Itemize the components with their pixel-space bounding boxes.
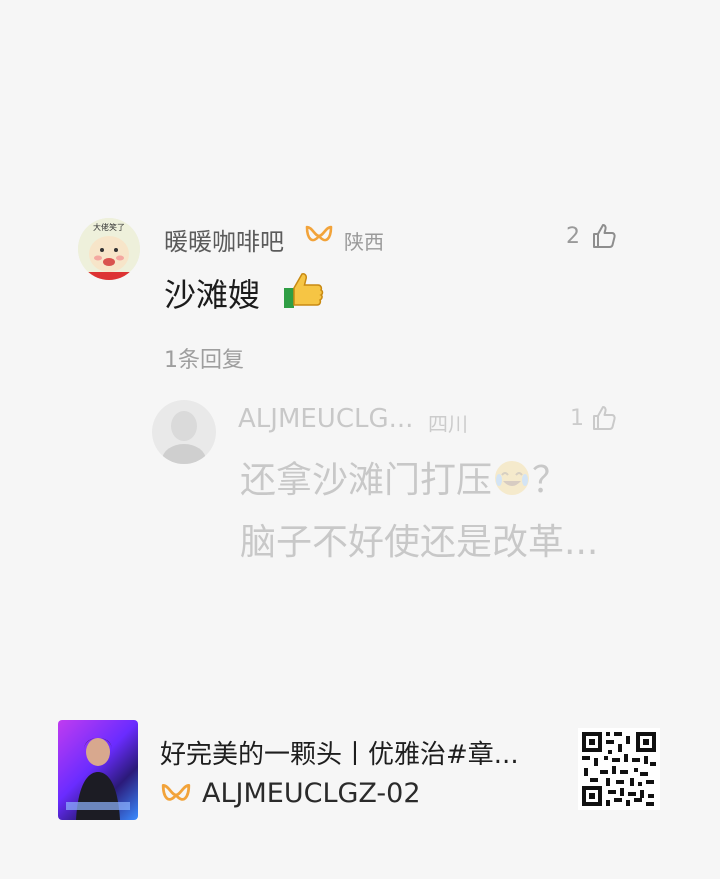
reply-avatar[interactable] [152, 400, 216, 464]
commenter-avatar[interactable]: 大佬笑了 [78, 218, 140, 280]
reply-text-question: ？ [532, 460, 569, 501]
comment-text: 沙滩嫂 [164, 276, 261, 314]
commenter-location: 陕西 [344, 230, 384, 254]
reply-text-line1: 还拿沙滩门打压 [240, 460, 493, 501]
avatar-caption: 大佬笑了 [93, 222, 125, 232]
video-title[interactable]: 好完美的一颗头丨优雅治#章... [160, 734, 519, 771]
reply-location: 四川 [428, 412, 468, 436]
thumbs-up-icon[interactable] [590, 404, 618, 432]
crying-laughing-emoji [492, 456, 532, 496]
video-author[interactable]: ALJMEUCLGZ-02 [202, 778, 421, 809]
reply-text: 还拿沙滩门打压 ？ 脑子不好使还是改革... [240, 450, 640, 574]
video-footer-card[interactable]: 好完美的一颗头丨优雅治#章... ALJMEUCLGZ-02 [0, 700, 720, 879]
thumbs-up-emoji [282, 268, 326, 312]
qr-code-icon[interactable] [578, 728, 660, 810]
commenter-name[interactable]: 暖暖咖啡吧 [164, 222, 284, 257]
reply-username[interactable]: ALJMEUCLG... [238, 404, 413, 434]
reply-like-count: 1 [570, 406, 584, 431]
view-replies-link[interactable]: 1条回复 [164, 342, 244, 374]
reply-text-line2: 脑子不好使还是改革... [240, 522, 599, 563]
creator-badge-icon [304, 224, 334, 248]
like-count: 2 [566, 224, 580, 249]
thumbs-up-icon[interactable] [590, 222, 618, 250]
creator-badge-icon [160, 782, 192, 808]
video-thumbnail[interactable] [58, 720, 138, 820]
